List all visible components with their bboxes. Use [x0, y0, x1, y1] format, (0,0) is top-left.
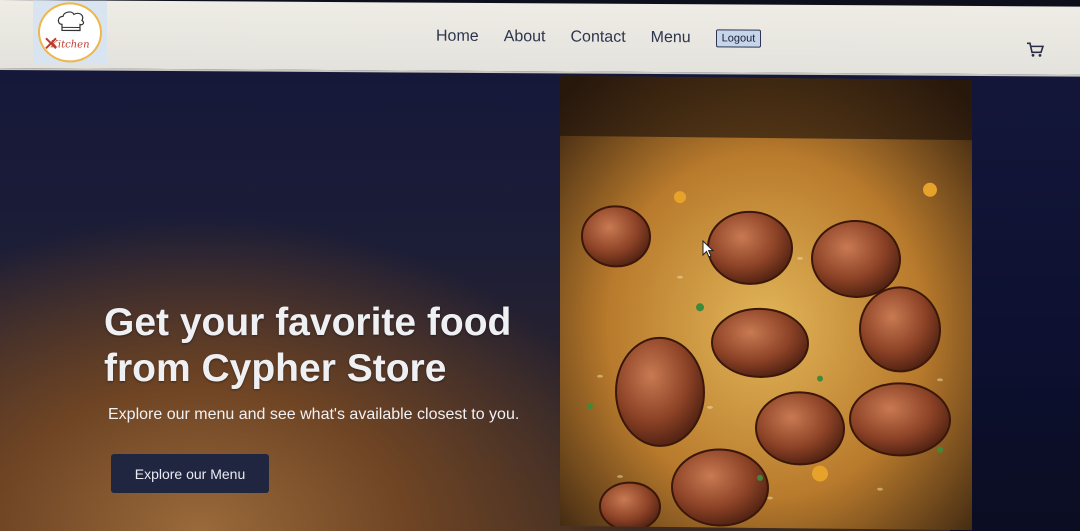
hero-food-image [560, 75, 972, 531]
chef-hat-icon [57, 11, 85, 32]
nav-home-link[interactable]: Home [436, 28, 479, 46]
explore-menu-button[interactable]: Explore our Menu [111, 454, 269, 493]
mouse-cursor-icon [702, 240, 714, 258]
nav-links: Home About Contact Menu Logout [436, 28, 762, 48]
logout-button[interactable]: Logout [715, 29, 762, 48]
cart-button[interactable] [1026, 41, 1045, 57]
logo-badge: Kitchen [38, 2, 102, 63]
hero-subtext: Explore our menu and see what's availabl… [108, 406, 520, 423]
logo-text: Kitchen [50, 39, 90, 51]
nav-menu-link[interactable]: Menu [651, 29, 691, 47]
cart-icon [1027, 42, 1045, 57]
nav-contact-link[interactable]: Contact [571, 28, 626, 46]
hero-headline: Get your favorite food from Cypher Store [104, 301, 512, 390]
site-logo[interactable]: Kitchen [33, 0, 107, 65]
nav-about-link[interactable]: About [504, 28, 546, 46]
navbar: Kitchen Home About Contact Menu Logout [0, 0, 1080, 77]
